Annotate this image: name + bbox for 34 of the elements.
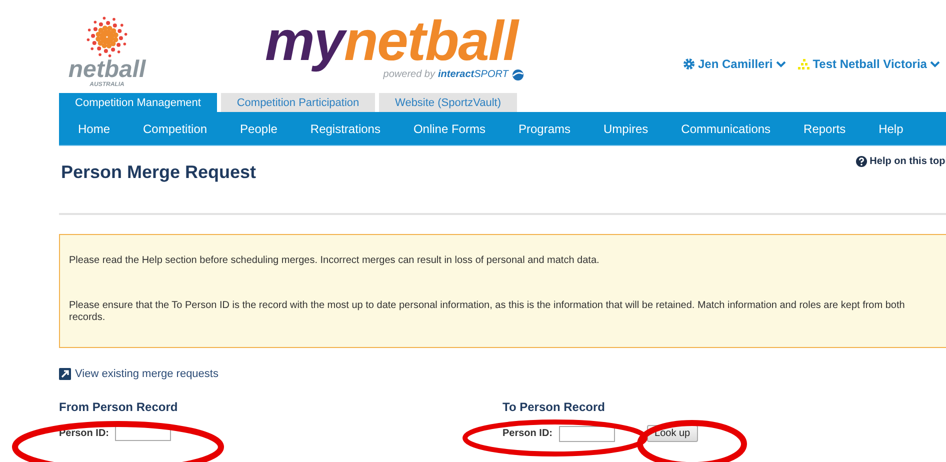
view-requests-link[interactable]: View existing merge requests [59,368,218,380]
interactsport-logo-text: interactSPORT [438,69,508,81]
section-heading: From Person Record [59,400,179,414]
powered-by-text: powered by [383,69,435,81]
account-menu[interactable]: Jen Camilleri [683,57,786,71]
swirl-logo-icon [511,69,526,81]
section-tab[interactable]: Competition Participation [221,93,375,112]
nav-item[interactable]: Competition [124,122,216,136]
help-link[interactable]: Help on this topi [856,156,946,167]
nav-item[interactable]: Registrations [291,122,388,136]
nav-item[interactable]: People [221,122,286,136]
external-link-icon [59,368,71,380]
netball-logo-text: netball [68,58,146,82]
person-id-field[interactable] [558,426,615,442]
section-tab[interactable]: Competition Management [59,93,217,112]
nav-item[interactable]: Umpires [584,122,656,136]
page-title: Person Merge Request [61,162,256,182]
section-heading: To Person Record [502,400,606,414]
account-menu[interactable]: Test Netball Victoria [798,57,940,71]
nav-item[interactable]: Home [59,122,118,136]
chevron-down-icon [776,60,786,68]
help-icon [856,156,867,167]
field-label: Person ID: [502,428,553,439]
nav-item[interactable]: Programs [499,122,578,136]
notice-text: Please read the Help section before scheduling merges. Incorrect merges can result in loss of personal and match data. [69,255,600,267]
nav-item[interactable]: Communications [662,122,779,136]
hierarchy-icon [798,58,810,70]
notice-text: Please ensure that the To Person ID is the record with the most up to date personal information, as this is the information that will be retained. Match information and roles are kept from both records. [69,300,906,324]
nav-item[interactable]: Help [860,122,912,136]
chevron-down-icon [930,60,940,68]
nav-item[interactable]: Reports [784,122,854,136]
section-tab[interactable]: Website (SportzVault) [379,93,517,112]
nav-item[interactable]: Online Forms [394,122,494,136]
settings-icon [683,58,695,70]
